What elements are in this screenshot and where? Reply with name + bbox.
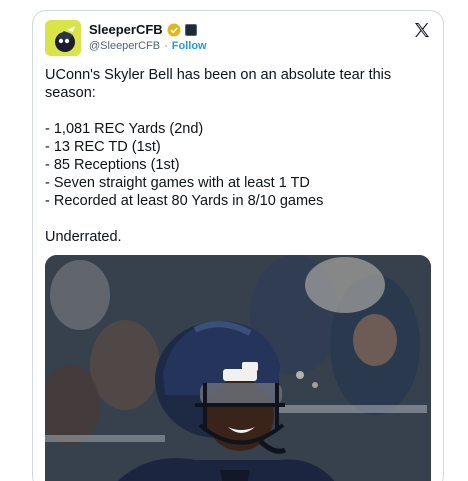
- tweet-text: UConn's Skyler Bell has been on an absol…: [45, 66, 430, 246]
- tweet-line: UConn's Skyler Bell has been on an absol…: [45, 67, 392, 83]
- tweet-closing: Underrated.: [45, 229, 122, 245]
- display-name[interactable]: SleeperCFB: [89, 22, 163, 37]
- account-name-row: SleeperCFB: [89, 22, 197, 37]
- verified-badge-icon: [167, 23, 181, 36]
- stat-line: - Seven straight games with at least 1 T…: [45, 175, 310, 191]
- stat-line: - 85 Receptions (1st): [45, 157, 180, 173]
- tweet-card[interactable]: SleeperCFB @SleeperCFB · Follow UConn's …: [32, 10, 444, 481]
- stat-line: - Recorded at least 80 Yards in 8/10 gam…: [45, 193, 324, 209]
- avatar[interactable]: [45, 20, 81, 56]
- handle[interactable]: @SleeperCFB: [89, 40, 160, 52]
- football-player-photo: [45, 255, 431, 481]
- separator-dot: ·: [164, 40, 168, 52]
- handle-row: @SleeperCFB · Follow: [89, 40, 207, 52]
- avatar-logo-icon: [45, 20, 81, 56]
- tweet-line: season:: [45, 85, 96, 101]
- follow-button[interactable]: Follow: [172, 40, 207, 52]
- stat-line: - 1,081 REC Yards (2nd): [45, 121, 204, 137]
- x-logo-icon[interactable]: [413, 21, 431, 39]
- affiliate-badge-icon: [184, 23, 197, 36]
- tweet-photo[interactable]: [45, 255, 431, 481]
- stat-line: - 13 REC TD (1st): [45, 139, 161, 155]
